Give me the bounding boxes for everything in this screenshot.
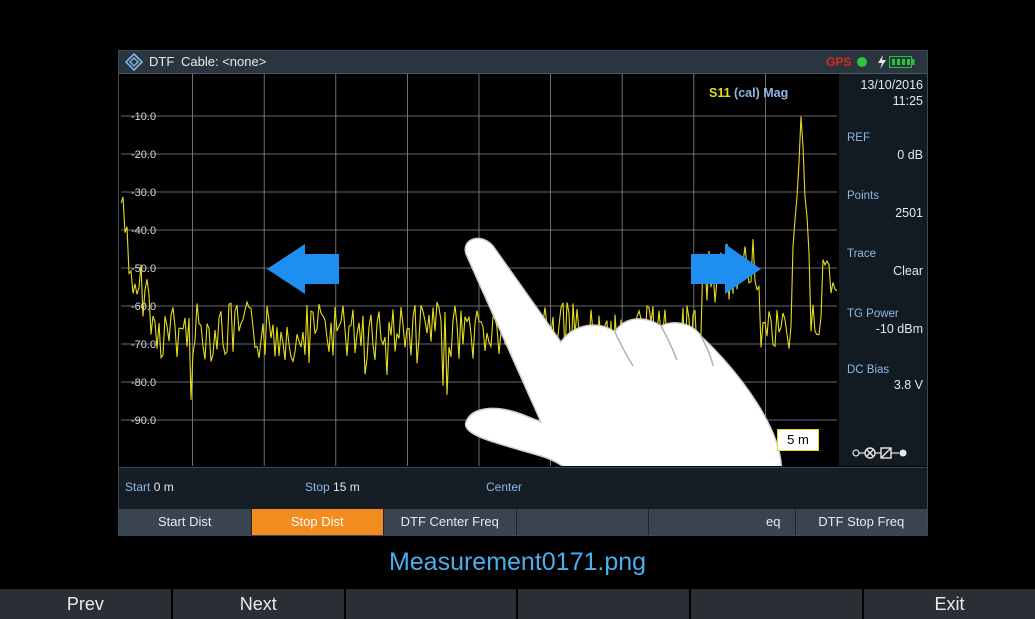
cable-label: Cable: <none> [181, 54, 267, 69]
ref-label: REF [847, 132, 870, 144]
trace-mode-label: Trace [847, 248, 876, 260]
y-tick-label: -70.0 [131, 339, 157, 351]
softkey-dtf-stop-freq[interactable]: DTF Stop Freq [795, 509, 927, 535]
battery-icon [889, 56, 915, 68]
y-tick-label: -30.0 [131, 187, 157, 199]
title-bar: DTF Cable: <none> GPS [119, 51, 927, 74]
swipe-right-arrow-icon [691, 244, 761, 294]
softkey-dtf-center-freq[interactable]: DTF Center Freq [384, 509, 517, 535]
y-tick-label: -40.0 [131, 225, 157, 237]
gps-status-icon [857, 57, 867, 67]
trace-label-mode: (cal) Mag [734, 86, 789, 100]
softkey-bar: Start Dist Stop Dist DTF Center Freq eq … [119, 509, 927, 535]
start-value: 0 m [153, 480, 174, 494]
port-connector-icon [852, 447, 907, 459]
tg-power-value[interactable]: -10 dBm [843, 322, 923, 336]
marker-value-box[interactable]: 5 m [777, 429, 819, 451]
trace-mode-value[interactable]: Clear [843, 264, 923, 278]
gps-label: GPS [826, 55, 852, 69]
y-tick-label: -50.0 [131, 263, 157, 275]
dc-bias-label: DC Bias [847, 364, 890, 376]
start-dist-readout: Start 0 m [125, 480, 174, 494]
prev-button[interactable]: Prev [0, 589, 173, 619]
points-value[interactable]: 2501 [843, 206, 923, 220]
exit-button[interactable]: Exit [864, 589, 1035, 619]
swipe-left-arrow-icon [267, 244, 339, 294]
tg-power-label: TG Power [847, 308, 899, 320]
instrument-screen: DTF Cable: <none> GPS -10.0 -20.0 -30.0 … [118, 50, 928, 536]
stop-label: Stop [305, 480, 330, 494]
trace-label: S11 (cal) Mag [709, 86, 788, 100]
stop-value: 15 m [333, 480, 360, 494]
softkey-dtf-span[interactable] [516, 509, 649, 535]
charging-icon [878, 55, 886, 69]
y-tick-label: -80.0 [131, 377, 157, 389]
y-tick-label: -90.0 [131, 415, 157, 427]
hw-key-3[interactable] [345, 589, 519, 619]
plot-canvas [121, 74, 837, 466]
hardware-key-bar: Prev Next Exit [0, 589, 1035, 619]
trace-label-s11: S11 [709, 86, 731, 100]
y-tick-label: -20.0 [131, 149, 157, 161]
ref-value[interactable]: 0 dB [843, 148, 923, 162]
dc-bias-value[interactable]: 3.8 V [843, 378, 923, 392]
hw-key-5[interactable] [691, 589, 865, 619]
trace-plot[interactable]: -10.0 -20.0 -30.0 -40.0 -50.0 -60.0 -70.0 -80.0… [121, 74, 837, 466]
side-panel: 13/10/2016 11:25 REF 0 dB Points 2501 Tr… [839, 74, 927, 466]
center-label: Center [486, 480, 523, 494]
points-label: Points [847, 190, 879, 202]
softkey-stop-dist[interactable]: Stop Dist [251, 509, 384, 535]
mode-label: DTF [149, 54, 175, 69]
hw-key-4[interactable] [518, 589, 692, 619]
softkey-start-dist[interactable]: Start Dist [119, 509, 252, 535]
softkey-dtf-start-freq[interactable]: eq [649, 509, 796, 535]
y-tick-label: -60.0 [131, 301, 157, 313]
y-tick-label: -10.0 [131, 111, 157, 123]
start-label: Start [125, 480, 151, 494]
next-button[interactable]: Next [172, 589, 346, 619]
frequency-bar: Start 0 m Stop 15 m Center [119, 467, 927, 510]
rohde-schwarz-logo-icon [125, 53, 143, 71]
screenshot-filename: Measurement0171.png [388, 548, 647, 576]
date-label: 13/10/2016 [860, 78, 923, 92]
stop-dist-readout: Stop 15 m [305, 480, 360, 494]
time-label: 11:25 [892, 94, 923, 108]
